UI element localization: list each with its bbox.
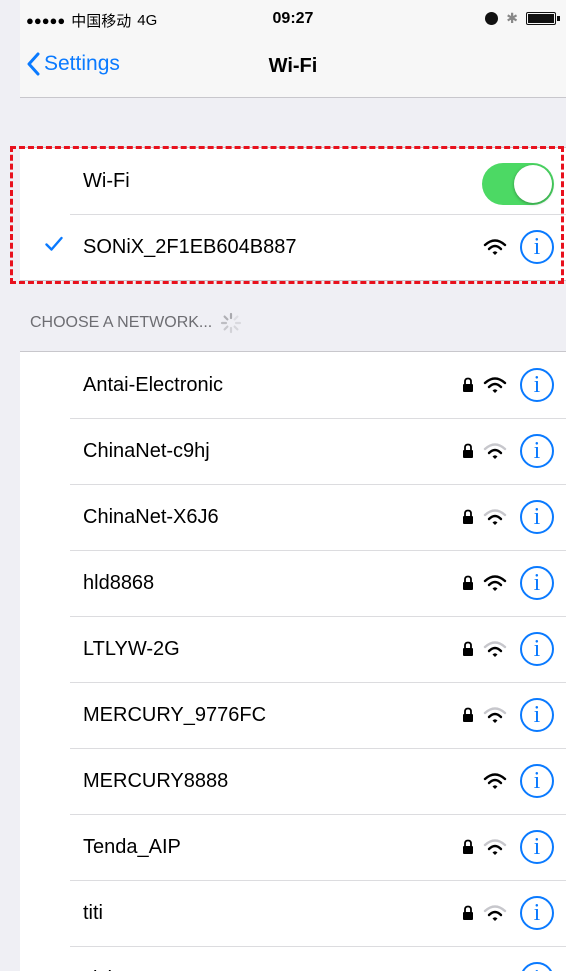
network-icons: i (458, 616, 554, 682)
network-name: LTLYW-2G (83, 637, 180, 660)
battery-icon (526, 12, 560, 25)
network-row[interactable]: ChinaNet-X6J6 i (20, 484, 566, 550)
network-icons: i (458, 946, 554, 971)
network-name: ChinaNet-X6J6 (83, 505, 219, 528)
bluetooth-icon: ✱ (506, 10, 518, 26)
lock-icon (458, 575, 478, 591)
toggle-knob (514, 165, 552, 203)
info-icon: i (533, 503, 541, 530)
network-icons: i (458, 748, 554, 814)
wifi-icon (480, 376, 510, 394)
network-icons: i (458, 418, 554, 484)
network-name: titi (83, 901, 103, 924)
info-button[interactable]: i (520, 698, 554, 732)
network-row[interactable]: titi i (20, 880, 566, 946)
status-right: ✱ (485, 10, 560, 27)
network-name: ChinaNet-c9hj (83, 439, 210, 462)
network-icons: i (458, 484, 554, 550)
loading-spinner-icon (221, 312, 242, 334)
info-button[interactable]: i (520, 830, 554, 864)
navigation-bar: Settings Wi-Fi (20, 40, 566, 98)
network-icons: i (458, 550, 554, 616)
info-button[interactable]: i (520, 500, 554, 534)
info-button[interactable]: i (520, 434, 554, 468)
network-row[interactable]: Antai-Electronic i (20, 352, 566, 418)
status-bar: ●●●●● 中国移动 4G 09:27 ✱ (20, 0, 566, 40)
wifi-toggle-label: Wi-Fi (83, 169, 130, 192)
info-icon: i (533, 701, 541, 728)
network-name: MERCURY_9776FC (83, 703, 267, 726)
wifi-icon (480, 706, 510, 724)
info-button[interactable]: i (520, 764, 554, 798)
info-icon: i (533, 767, 541, 794)
page-title: Wi-Fi (268, 55, 318, 77)
network-name: hld8868 (83, 571, 155, 594)
info-button[interactable]: i (520, 566, 554, 600)
info-button[interactable]: i (520, 896, 554, 930)
lock-icon (458, 641, 478, 657)
info-button[interactable]: i (520, 962, 554, 971)
info-icon: i (533, 899, 541, 926)
connected-network-icons: i (478, 214, 554, 280)
network-row[interactable]: zichen1338 i (20, 946, 566, 971)
info-button[interactable]: i (520, 632, 554, 666)
wifi-group: Wi-Fi SONiX_2F1EB604B887 i (20, 147, 566, 281)
network-icons: i (458, 814, 554, 880)
wifi-icon (480, 574, 510, 592)
network-row[interactable]: ChinaNet-c9hj i (20, 418, 566, 484)
connected-network-row[interactable]: SONiX_2F1EB604B887 i (20, 214, 566, 280)
settings-view: ●●●●● 中国移动 4G 09:27 ✱ Settings Wi-Fi Wi-… (10, 0, 566, 971)
wifi-icon (480, 772, 510, 790)
info-icon: i (533, 833, 541, 860)
lock-icon (458, 509, 478, 525)
wifi-icon (480, 508, 510, 526)
info-icon: i (533, 437, 541, 464)
lock-icon (458, 905, 478, 921)
network-name: MERCURY8888 (83, 769, 229, 792)
info-button[interactable]: i (520, 368, 554, 402)
wifi-icon (480, 904, 510, 922)
network-icons: i (458, 352, 554, 418)
lock-icon (458, 377, 478, 393)
network-row[interactable]: Tenda_AIP i (20, 814, 566, 880)
section-header-label: CHOOSE A NETWORK... (30, 314, 213, 331)
section-header: CHOOSE A NETWORK... (30, 312, 242, 334)
network-row[interactable]: MERCURY_9776FC i (20, 682, 566, 748)
checkmark-icon (45, 236, 63, 251)
connected-network-name: SONiX_2F1EB604B887 (83, 235, 297, 258)
info-icon: i (533, 371, 541, 398)
info-button[interactable]: i (520, 230, 554, 264)
wifi-toggle-switch[interactable] (482, 163, 554, 205)
wifi-toggle-row: Wi-Fi (20, 148, 566, 214)
info-icon: i (533, 569, 541, 596)
status-time: 09:27 (272, 10, 314, 27)
network-list: Antai-Electronic i ChinaNet-c9hj i ChinaNet-… (20, 351, 566, 971)
info-icon: i (533, 233, 541, 260)
wifi-icon (480, 238, 510, 256)
network-name: Antai-Electronic (83, 373, 224, 396)
screen: ●●●●● 中国移动 4G 09:27 ✱ Settings Wi-Fi Wi-… (0, 0, 566, 971)
lock-icon (458, 707, 478, 723)
network-row[interactable]: MERCURY8888 i (20, 748, 566, 814)
wifi-icon (480, 442, 510, 460)
info-icon: i (533, 635, 541, 662)
wifi-icon (480, 640, 510, 658)
network-row[interactable]: hld8868 i (20, 550, 566, 616)
network-name: zichen1338 (83, 968, 185, 971)
wifi-icon (480, 838, 510, 856)
info-icon: i (534, 966, 541, 971)
lock-icon (458, 443, 478, 459)
network-icons: i (458, 682, 554, 748)
alarm-icon (485, 12, 499, 25)
network-row[interactable]: LTLYW-2G i (20, 616, 566, 682)
network-icons: i (458, 880, 554, 946)
lock-icon (458, 839, 478, 855)
network-name: Tenda_AIP (83, 835, 181, 858)
